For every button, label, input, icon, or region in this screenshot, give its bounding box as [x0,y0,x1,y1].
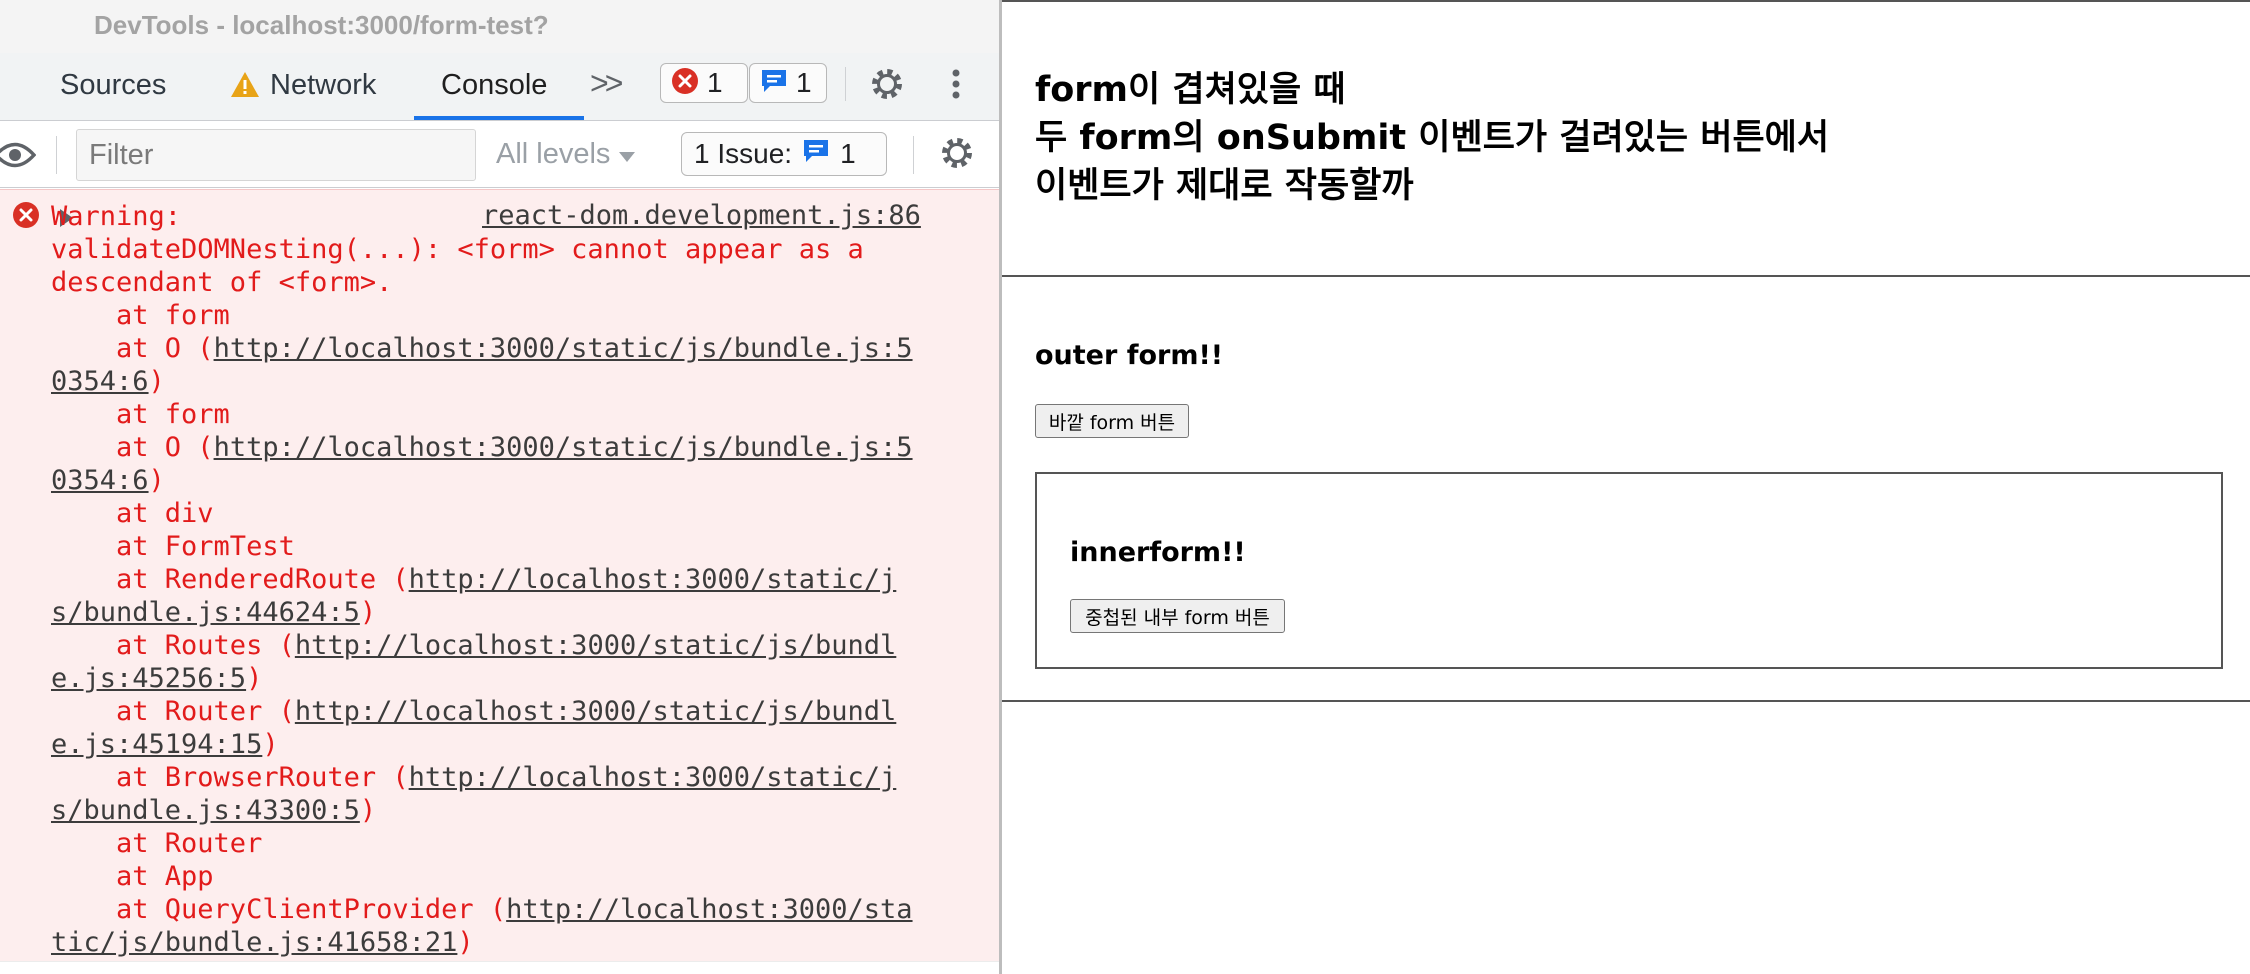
issues-count: 1 [840,138,856,169]
stack-trace-link[interactable]: e.js:45194:15 [51,729,262,760]
stack-trace-link[interactable]: tic/js/bundle.js:41658:21 [51,927,457,958]
stack-trace-link[interactable]: s/bundle.js:43300:5 [51,795,360,826]
console-line: e.js:45194:15) [51,729,279,760]
console-line: at QueryClientProvider (http://localhost… [51,894,913,925]
tab-network[interactable]: Network [270,69,376,102]
stack-trace-link[interactable]: 0354:6 [51,465,149,496]
title-line: form이 겹쳐있을 때 [1035,70,1346,110]
chevron-double-right-icon[interactable]: >> [590,65,623,102]
console-message: Warning: validateDOMNesting(...): <form> … [51,200,981,959]
log-levels-dropdown[interactable]: All levels [496,138,636,171]
console-line: at Router (http://localhost:3000/static/… [51,696,897,727]
console-line: at App [51,861,214,892]
title-line: 이벤트가 제대로 작동할까 [1035,166,1414,206]
console-line: at Router [51,828,263,859]
devtools-titlebar: DevTools - localhost:3000/form-test? [0,0,1000,53]
console-line: at RenderedRoute (http://localhost:3000/… [51,564,897,595]
stack-trace-link[interactable]: http://localhost:3000/static/js/bundle.j… [214,333,913,364]
stack-trace-link[interactable]: http://localhost:3000/static/js/bundl [295,630,896,661]
filter-input[interactable] [76,129,476,181]
tab-sources[interactable]: Sources [60,69,166,102]
page-header: form이 겹쳐있을 때 두 form의 onSubmit 이벤트가 걸려있는 … [1002,2,2250,277]
log-levels-label: All levels [496,138,611,170]
console-line: at form [51,399,230,430]
page-viewport: form이 겹쳐있을 때 두 form의 onSubmit 이벤트가 걸려있는 … [1002,0,2250,974]
tab-console[interactable]: Console [441,69,547,102]
gear-icon[interactable] [868,65,906,108]
issues-label: 1 Issue: [694,138,793,169]
error-icon [671,67,699,100]
stack-trace-link[interactable]: 0354:6 [51,366,149,397]
message-count: 1 [796,67,812,98]
console-line: s/bundle.js:43300:5) [51,795,377,826]
console-line: e.js:45256:5) [51,663,263,694]
console-line: at O (http://localhost:3000/static/js/bu… [51,432,913,463]
console-line: at FormTest [51,531,295,562]
console-line: descendant of <form>. [51,267,393,298]
outer-form-title: outer form!! [1035,340,1224,371]
eye-icon[interactable] [0,138,37,177]
message-icon [802,138,830,171]
console-line: s/bundle.js:44624:5) [51,597,377,628]
more-options-icon[interactable] [950,65,962,108]
toolbar-divider [845,67,846,101]
error-count: 1 [707,67,723,98]
outer-form-submit-button[interactable]: 바깥 form 버튼 [1035,404,1189,438]
message-icon [760,68,788,99]
inner-form-submit-button[interactable]: 중첩된 내부 form 버튼 [1070,599,1285,633]
devtools-panel: DevTools - localhost:3000/form-test? Sou… [0,0,1000,974]
console-line: tic/js/bundle.js:41658:21) [51,927,474,958]
inner-form: innerform!! 중첩된 내부 form 버튼 [1035,472,2223,669]
console-line: at Routes (http://localhost:3000/static/… [51,630,897,661]
console-output: react-dom.development.js:86 Warning: vali… [0,189,1000,974]
caret-down-icon [618,138,636,171]
console-line: at O (http://localhost:3000/static/js/bu… [51,333,913,364]
warning-icon [230,71,260,103]
stack-trace-link[interactable]: s/bundle.js:44624:5 [51,597,360,628]
window-title: DevTools - localhost:3000/form-test? [94,10,549,40]
console-line: at BrowserRouter (http://localhost:3000/… [51,762,897,793]
issues-button[interactable]: 1 Issue: 1 [681,132,887,176]
active-tab-indicator [414,116,584,120]
stack-trace-link[interactable]: e.js:45256:5 [51,663,246,694]
title-line: 두 form의 onSubmit 이벤트가 걸려있는 버튼에서 [1035,118,1830,158]
console-line: 0354:6) [51,465,165,496]
error-count-badge[interactable]: 1 [660,63,748,103]
stack-trace-link[interactable]: http://localhost:3000/static/j [409,564,897,595]
console-settings-icon[interactable] [938,134,976,177]
toolbar-divider [56,136,57,174]
toolbar-divider [913,136,914,174]
console-line: at div [51,498,214,529]
console-line: validateDOMNesting(...): <form> cannot a… [51,234,864,265]
stack-trace-link[interactable]: http://localhost:3000/static/js/bundl [295,696,896,727]
stack-trace-link[interactable]: http://localhost:3000/static/js/bundle.j… [214,432,913,463]
console-line: Warning: [51,201,182,232]
inner-form-title: innerform!! [1070,537,1246,568]
outer-form: outer form!! 바깥 form 버튼 innerform!! 중첩된 … [1002,277,2250,702]
devtools-tabbar: Sources Network Console >> 1 1 [0,53,1000,121]
error-icon [12,201,40,234]
stack-trace-link[interactable]: http://localhost:3000/sta [506,894,912,925]
message-count-badge[interactable]: 1 [749,63,827,103]
console-prompt[interactable] [0,961,1000,974]
console-line: 0354:6) [51,366,165,397]
stack-trace-link[interactable]: http://localhost:3000/static/j [409,762,897,793]
console-line: at form [51,300,230,331]
console-filter-bar: All levels 1 Issue: 1 [0,122,1000,188]
page-title: form이 겹쳐있을 때 두 form의 onSubmit 이벤트가 걸려있는 … [1035,66,1829,210]
